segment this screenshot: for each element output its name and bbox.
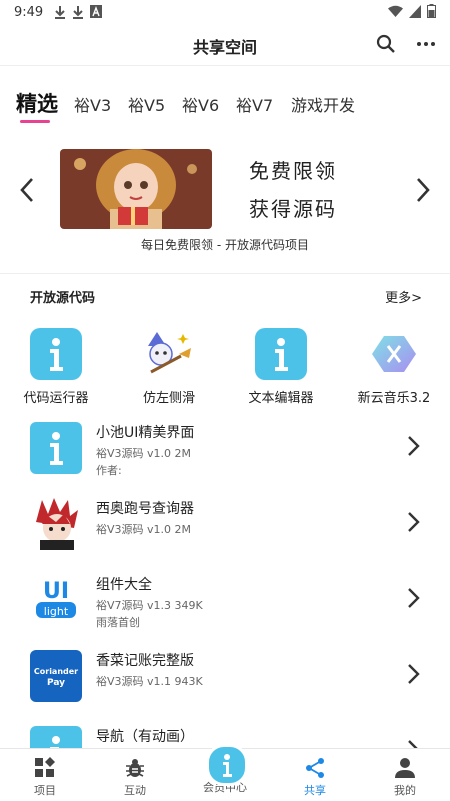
list-item[interactable]: UI light 组件大全 裕V7源码 v1.3 349K 雨落首创 [0, 572, 450, 642]
item-author: 雨落首创 [96, 616, 140, 629]
chevron-left-icon[interactable] [14, 175, 40, 205]
font-a-icon [90, 5, 102, 18]
section-title: 开放源代码 [30, 291, 96, 306]
coriander-logo-text: Coriander [34, 667, 78, 676]
tab-v7[interactable]: 裕V7 [236, 92, 273, 116]
category-tabs: 精选 裕V3 裕V5 裕V6 裕V7 游戏开发 [0, 82, 450, 126]
info-icon [223, 754, 232, 777]
active-tab-indicator [20, 120, 50, 123]
nav-projects[interactable]: 项目 [0, 749, 90, 801]
status-bar: 9:49 [0, 0, 450, 26]
divider [0, 65, 450, 66]
nav-label: 项目 [34, 784, 56, 797]
share-icon [306, 758, 324, 778]
item-title: 香菜记账完整版 [96, 653, 194, 669]
list-item[interactable]: 小池UI精美界面 裕V3源码 v1.0 2M 作者: [0, 420, 450, 490]
battery-icon [427, 4, 436, 18]
cell-signal-icon [409, 4, 421, 18]
info-app-icon [255, 328, 307, 380]
tab-game-dev[interactable]: 游戏开发 [291, 92, 355, 116]
wifi-icon [388, 5, 403, 17]
item-title: 小池UI精美界面 [96, 425, 195, 441]
tab-featured[interactable]: 精选 [16, 88, 58, 118]
anime-avatar-icon [30, 498, 82, 550]
person-icon [395, 758, 415, 778]
member-center-button[interactable] [206, 744, 248, 786]
app-item[interactable]: 新云音乐3.2 [344, 328, 444, 406]
ui-light-logo-icon: UI light [30, 574, 82, 626]
chevron-right-icon [408, 436, 420, 456]
info-app-icon [30, 422, 82, 474]
more-link[interactable]: 更多> [385, 287, 422, 306]
promo-banner[interactable]: 免费限领 获得源码 每日免费限领 - 开放源代码项目 [0, 145, 450, 255]
nav-label: 我的 [394, 784, 416, 797]
item-title: 导航（有动画） [96, 729, 194, 745]
app-grid: 代码运行器 仿左侧滑 文本编辑器 新云音乐3.2 [0, 328, 450, 408]
nav-interaction[interactable]: 互动 [90, 749, 180, 801]
tab-v3[interactable]: 裕V3 [74, 92, 111, 116]
item-meta: 裕V3源码 v1.1 943K [96, 675, 203, 688]
status-time: 9:49 [14, 5, 44, 20]
app-name: 新云音乐3.2 [357, 391, 431, 406]
tab-v6[interactable]: 裕V6 [182, 92, 219, 116]
item-author: 作者: [96, 464, 122, 477]
nav-label: 共享 [304, 784, 326, 797]
app-name: 仿左侧滑 [142, 391, 195, 406]
bug-icon [126, 759, 144, 777]
more-options-icon[interactable] [414, 32, 438, 56]
divider [0, 273, 450, 274]
item-meta: 裕V3源码 v1.0 2M [96, 447, 192, 460]
wizard-app-icon [143, 328, 195, 380]
girl-illustration [60, 149, 212, 229]
chevron-right-icon [408, 664, 420, 684]
item-meta: 裕V3源码 v1.0 2M [96, 523, 192, 536]
chevron-right-icon [408, 512, 420, 532]
list-item[interactable]: 西奥跑号查询器 裕V3源码 v1.0 2M [0, 496, 450, 566]
list-item[interactable]: Coriander Pay 香菜记账完整版 裕V3源码 v1.1 943K [0, 648, 450, 718]
item-meta: 裕V7源码 v1.3 349K [96, 599, 203, 612]
banner-headline-2: 获得源码 [249, 197, 337, 221]
chevron-right-icon[interactable] [410, 175, 436, 205]
grid-icon [35, 757, 55, 777]
title-bar: 共享空间 [0, 26, 450, 64]
app-name: 文本编辑器 [248, 391, 314, 406]
nav-share[interactable]: 共享 [270, 749, 360, 801]
coriander-pay-logo-icon: Coriander Pay [30, 650, 82, 702]
ui-logo-text: UI [43, 579, 69, 604]
search-icon[interactable] [374, 32, 398, 56]
nav-label: 互动 [124, 784, 146, 797]
coriander-logo-subtext: Pay [47, 678, 65, 688]
download-icon [73, 6, 83, 19]
banner-image [60, 149, 212, 229]
item-title: 组件大全 [96, 577, 152, 593]
tab-v5[interactable]: 裕V5 [128, 92, 165, 116]
chevron-right-icon [408, 588, 420, 608]
item-title: 西奥跑号查询器 [96, 501, 194, 517]
info-app-icon [30, 328, 82, 380]
app-name: 代码运行器 [23, 391, 89, 406]
hexagon-x-app-icon [368, 328, 420, 380]
banner-caption: 每日免费限领 - 开放源代码项目 [141, 238, 309, 252]
app-item[interactable]: 仿左侧滑 [119, 328, 219, 406]
nav-mine[interactable]: 我的 [360, 749, 450, 801]
status-notification-icons [54, 5, 102, 19]
download-icon [55, 6, 65, 19]
status-system-icons [388, 4, 436, 18]
app-item[interactable]: 代码运行器 [6, 328, 106, 406]
banner-headline-1: 免费限领 [249, 159, 337, 183]
app-item[interactable]: 文本编辑器 [231, 328, 331, 406]
ui-logo-subtext: light [44, 605, 69, 618]
